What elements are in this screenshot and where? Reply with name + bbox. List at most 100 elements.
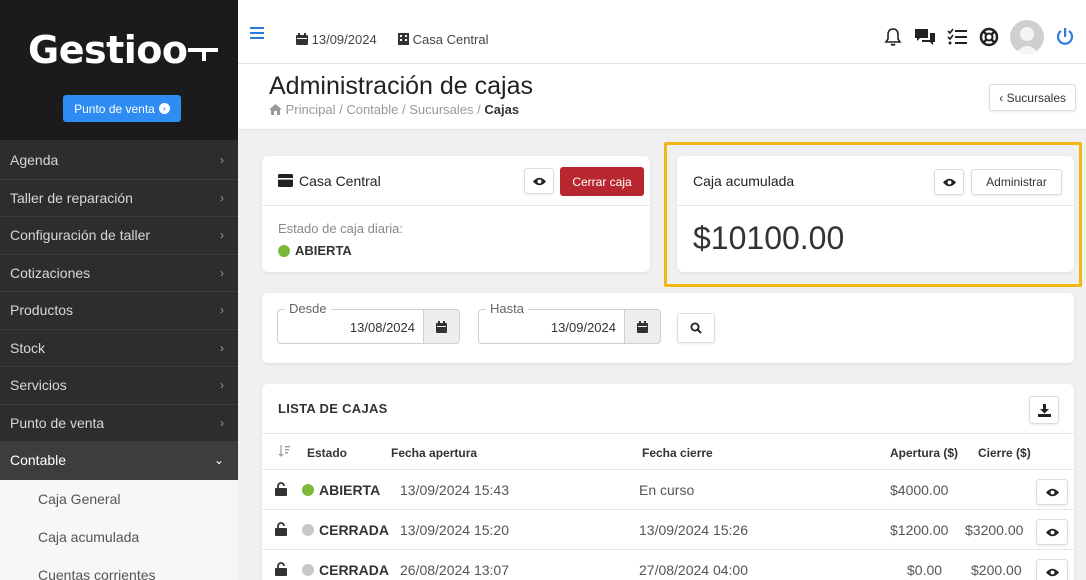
status-text: CERRADA: [319, 522, 389, 538]
from-date-label: Desde: [285, 301, 331, 316]
sidebar: Gestioo Punto de venta › Agenda › Taller …: [0, 0, 238, 580]
chevron-right-icon: ›: [220, 340, 224, 355]
status-badge: CERRADA: [302, 522, 389, 538]
breadcrumb-contable[interactable]: Contable: [346, 102, 398, 117]
accumulated-card: Caja acumulada Administrar $10100.00: [677, 156, 1074, 272]
cell-opening-amount: $1200.00: [890, 522, 949, 538]
sidebar-item-contable[interactable]: Contable ⌄: [0, 442, 238, 480]
sucursales-button[interactable]: ‹ Sucursales: [989, 84, 1076, 111]
sidebar-item-agenda[interactable]: Agenda ›: [0, 142, 238, 180]
breadcrumb-cajas: Cajas: [484, 102, 520, 117]
sidebar-item-label: Contable: [10, 452, 67, 469]
sidebar-menu: Agenda › Taller de reparación › Configurac…: [0, 142, 238, 580]
logo-text: Gestioo: [28, 28, 188, 72]
chevron-down-icon: ⌄: [213, 453, 224, 468]
cash-status-label: Estado de caja diaria:: [278, 221, 404, 236]
table-header: Estado Fecha apertura Fecha cierre Apert…: [262, 433, 1074, 470]
hamburger-menu-icon[interactable]: [250, 27, 264, 42]
chevron-right-icon: ›: [220, 303, 224, 318]
eye-icon: [532, 177, 546, 185]
chat-icon[interactable]: [914, 26, 936, 48]
topbar-date: 13/09/2024: [296, 32, 377, 47]
status-badge: CERRADA: [302, 562, 389, 578]
download-button[interactable]: [1029, 396, 1059, 424]
from-date-field[interactable]: Desde 13/08/2024: [277, 301, 460, 344]
eye-icon: [1045, 528, 1059, 536]
col-estado[interactable]: Estado: [307, 446, 347, 460]
calendar-icon[interactable]: [624, 310, 660, 343]
status-dot-icon: [302, 564, 314, 576]
sidebar-subitem-caja-acumulada[interactable]: Caja acumulada: [0, 518, 238, 556]
sort-icon[interactable]: [278, 445, 290, 461]
lock-icon: [275, 562, 287, 576]
col-fecha-apertura[interactable]: Fecha apertura: [391, 446, 477, 460]
topbar: 13/09/2024 Casa Central: [238, 0, 1086, 64]
sidebar-item-stock[interactable]: Stock ›: [0, 330, 238, 367]
calendar-icon[interactable]: [423, 310, 459, 343]
list-title: LISTA DE CAJAS: [278, 401, 388, 416]
sidebar-subitem-cuentas-corrientes[interactable]: Cuentas corrientes: [0, 556, 238, 580]
sidebar-item-taller[interactable]: Taller de reparación ›: [0, 180, 238, 217]
topbar-date-text: 13/09/2024: [311, 32, 377, 47]
breadcrumb-principal[interactable]: Principal: [286, 102, 336, 117]
power-icon[interactable]: [1054, 26, 1076, 48]
search-icon: [690, 322, 702, 334]
chevron-right-icon: ›: [220, 153, 224, 168]
close-cash-button[interactable]: Cerrar caja: [560, 167, 644, 196]
col-fecha-cierre[interactable]: Fecha cierre: [642, 446, 713, 460]
sidebar-item-label: Agenda: [10, 152, 59, 169]
logo[interactable]: Gestioo: [28, 28, 219, 72]
page-title: Administración de cajas: [269, 72, 534, 100]
cell-close-date: 27/08/2024 04:00: [639, 562, 748, 578]
lifebuoy-icon[interactable]: [978, 26, 1000, 48]
view-row-button[interactable]: [1036, 519, 1068, 545]
calendar-icon: [296, 33, 308, 45]
cash-status-text: ABIERTA: [295, 243, 352, 258]
accumulated-amount: $10100.00: [693, 220, 845, 256]
chevron-right-icon: ›: [220, 378, 224, 393]
building-icon: [398, 33, 409, 45]
status-dot-icon: [302, 524, 314, 536]
breadcrumb-sucursales[interactable]: Sucursales: [409, 102, 473, 117]
view-accumulated-button[interactable]: [934, 169, 964, 195]
manage-button[interactable]: Administrar: [971, 169, 1062, 195]
search-button[interactable]: [677, 313, 715, 343]
tasks-icon[interactable]: [946, 26, 968, 48]
home-icon: [269, 104, 282, 115]
table-row[interactable]: ABIERTA 13/09/2024 15:43 En curso $4000.…: [262, 471, 1074, 510]
cell-close-date: En curso: [639, 482, 695, 498]
chevron-right-icon: ›: [220, 190, 224, 205]
sidebar-item-label: Productos: [10, 302, 74, 319]
cell-close-date: 13/09/2024 15:26: [639, 522, 748, 538]
sidebar-item-servicios[interactable]: Servicios ›: [0, 367, 238, 405]
sidebar-item-label: Taller de reparación: [10, 189, 133, 206]
status-dot-icon: [278, 244, 290, 257]
sidebar-item-label: Configuración de taller: [10, 227, 151, 244]
sidebar-item-punto-venta[interactable]: Punto de venta ›: [0, 405, 238, 442]
cell-opening-amount: $0.00: [907, 562, 943, 578]
cash-register-icon: [278, 174, 293, 187]
cell-open-date: 13/09/2024 15:43: [400, 482, 509, 498]
bell-icon[interactable]: [882, 26, 904, 48]
branch-card: Casa Central Cerrar caja Estado de caja …: [262, 156, 650, 272]
view-row-button[interactable]: [1036, 479, 1068, 505]
sidebar-item-label: Punto de venta: [10, 414, 105, 431]
to-date-field[interactable]: Hasta 13/09/2024: [478, 301, 661, 344]
table-row[interactable]: CERRADA 13/09/2024 15:20 13/09/2024 15:2…: [262, 511, 1074, 550]
avatar[interactable]: [1010, 20, 1044, 54]
status-badge: ABIERTA: [302, 482, 380, 498]
sidebar-item-config-taller[interactable]: Configuración de taller ›: [0, 217, 238, 255]
sidebar-subitem-caja-general[interactable]: Caja General: [0, 480, 238, 518]
contable-submenu: Caja General Caja acumulada Cuentas corr…: [0, 479, 238, 580]
view-branch-button[interactable]: [524, 168, 554, 194]
sidebar-item-productos[interactable]: Productos ›: [0, 292, 238, 330]
col-cierre[interactable]: Cierre ($): [978, 446, 1031, 460]
download-icon: [1037, 403, 1051, 417]
cash-status-badge: ABIERTA: [278, 243, 352, 258]
status-dot-icon: [302, 484, 314, 496]
view-row-button[interactable]: [1036, 559, 1068, 580]
col-apertura[interactable]: Apertura ($): [890, 446, 958, 460]
table-row[interactable]: CERRADA 26/08/2024 13:07 27/08/2024 04:0…: [262, 551, 1074, 580]
sidebar-item-cotizaciones[interactable]: Cotizaciones ›: [0, 255, 238, 292]
pos-button[interactable]: Punto de venta ›: [63, 95, 181, 122]
